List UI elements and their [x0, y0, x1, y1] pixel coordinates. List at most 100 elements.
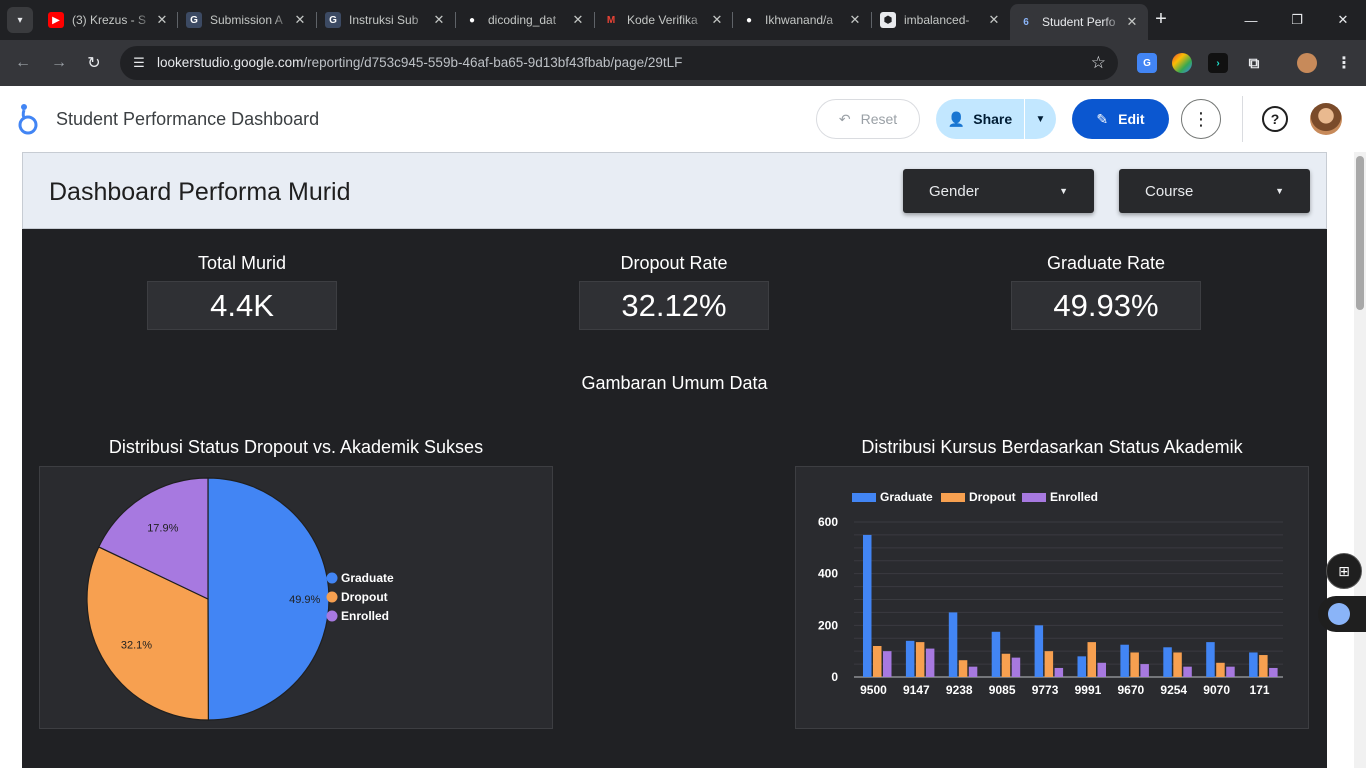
reload-button[interactable]: ↻	[81, 50, 107, 76]
course-filter[interactable]: Course ▼	[1119, 169, 1310, 213]
close-tab-icon[interactable]: ✕	[154, 12, 170, 28]
close-tab-icon[interactable]: ✕	[986, 12, 1002, 28]
browser-tab[interactable]: ● dicoding_dat ✕	[456, 6, 594, 34]
share-button-group: 👤 Share ▼	[936, 99, 1056, 139]
help-icon[interactable]: ?	[1262, 106, 1288, 132]
kpi-dropout-value[interactable]: 32.12%	[579, 281, 769, 330]
url-path: /reporting/d753c945-559b-46af-ba65-9d13b…	[303, 55, 683, 70]
looker-header: Student Performance Dashboard ↶ Reset 👤 …	[0, 86, 1366, 152]
kpi-graduate-value[interactable]: 49.93%	[1011, 281, 1201, 330]
pie-chart[interactable]: 49.9% 32.1% 17.9% Graduate Dropout Enrolled	[40, 467, 552, 728]
assistant-extension-button[interactable]	[1318, 596, 1366, 632]
share-label: Share	[973, 111, 1013, 127]
edit-label: Edit	[1118, 111, 1145, 127]
browser-tab[interactable]: M Kode Verifika ✕	[595, 6, 733, 34]
chevron-down-icon: ▼	[1059, 186, 1068, 196]
bot-icon	[1328, 603, 1350, 625]
looker-studio-logo[interactable]	[16, 102, 40, 136]
reset-button[interactable]: ↶ Reset	[816, 99, 920, 139]
gender-filter[interactable]: Gender ▼	[903, 169, 1094, 213]
arrow-extension-icon[interactable]: ›	[1208, 53, 1228, 73]
forward-button[interactable]: →	[46, 50, 72, 76]
edit-button[interactable]: ✎ Edit	[1072, 99, 1169, 139]
browser-tabstrip: ▾ ▶ (3) Krezus - S ✕ G Submission A ✕ G Instruk…	[0, 0, 1366, 40]
browser-tab[interactable]: G Submission A ✕	[178, 6, 316, 34]
legend-swatch	[1022, 493, 1046, 502]
g-icon: G	[186, 12, 202, 28]
close-tab-icon[interactable]: ✕	[709, 12, 725, 28]
pie-value-label: 17.9%	[147, 522, 178, 534]
share-dropdown-button[interactable]: ▼	[1024, 99, 1056, 139]
account-avatar[interactable]	[1310, 103, 1342, 135]
bar-dropout	[873, 646, 882, 677]
bar-dropout	[958, 660, 968, 677]
close-tab-icon[interactable]: ✕	[570, 12, 586, 28]
pencil-icon: ✎	[1096, 110, 1109, 127]
bar-enrolled	[1097, 662, 1106, 677]
bar-enrolled	[1011, 657, 1021, 677]
report-name[interactable]: Student Performance Dashboard	[56, 109, 319, 130]
legend-marker	[326, 591, 338, 603]
section-title: Gambaran Umum Data	[581, 373, 768, 393]
bar-chart[interactable]: 0 200 400 600 9500 9147 9238 9085 9773 9991 9670 92…	[796, 467, 1308, 728]
x-tick-label: 9147	[903, 683, 930, 697]
bar-enrolled	[925, 648, 935, 677]
github-icon: ●	[464, 12, 480, 28]
page-scrollbar[interactable]	[1354, 152, 1366, 768]
bar-graduate	[1249, 652, 1258, 677]
legend-label: Enrolled	[1050, 490, 1098, 504]
address-bar[interactable]: ☰ lookerstudio.google.com/reporting/d753…	[120, 46, 1118, 80]
minimize-button[interactable]: —	[1228, 0, 1274, 40]
tab-title: Student Perfo	[1042, 15, 1116, 29]
color-extension-icon[interactable]	[1172, 53, 1192, 73]
pie-chart-card[interactable]: 49.9% 32.1% 17.9% Graduate Dropout Enrolled	[39, 466, 553, 729]
bar-dropout	[1087, 642, 1096, 677]
back-button[interactable]: ←	[10, 50, 36, 76]
tab-title: imbalanced-	[904, 13, 970, 27]
github-icon: ●	[741, 12, 757, 28]
kpi-graduate-label: Graduate Rate	[1046, 253, 1166, 273]
bar-graduate	[1034, 625, 1044, 677]
legend-label: Graduate	[341, 571, 394, 585]
kpi-total-value[interactable]: 4.4K	[147, 281, 337, 330]
restore-button[interactable]: ❐	[1274, 0, 1320, 40]
browser-tab[interactable]: ⬢ imbalanced- ✕	[872, 6, 1010, 34]
add-person-icon: 👤	[947, 110, 966, 127]
browser-tab[interactable]: ▶ (3) Krezus - S ✕	[40, 6, 178, 34]
scrollbar-thumb[interactable]	[1356, 156, 1364, 310]
close-tab-icon[interactable]: ✕	[847, 12, 863, 28]
y-tick-label: 400	[818, 567, 838, 581]
tab-search-button[interactable]: ▾	[7, 7, 33, 33]
legend-label: Graduate	[880, 490, 933, 504]
bar-graduate	[1163, 647, 1172, 677]
close-tab-icon[interactable]: ✕	[292, 12, 308, 28]
undo-icon: ↶	[838, 110, 851, 127]
bar-graduate	[863, 534, 872, 677]
bookmark-star-icon[interactable]: ☆	[1091, 53, 1106, 73]
apps-grid-icon[interactable]: ⊞	[1326, 553, 1362, 589]
close-tab-icon[interactable]: ✕	[431, 12, 447, 28]
tab-title: dicoding_dat	[488, 13, 557, 27]
legend-label: Dropout	[969, 490, 1016, 504]
browser-menu-icon[interactable]: ⋮	[1334, 53, 1354, 73]
bar-chart-card[interactable]: 0 200 400 600 9500 9147 9238 9085 9773 9991 9670 92…	[795, 466, 1309, 729]
x-tick-label: 9254	[1160, 683, 1187, 697]
browser-tab[interactable]: 6 Student Perfo ✕	[1010, 4, 1148, 40]
share-button[interactable]: 👤 Share	[936, 99, 1024, 139]
y-tick-label: 600	[818, 515, 838, 529]
extensions-puzzle-icon[interactable]: ⧉	[1244, 53, 1264, 73]
close-tab-icon[interactable]: ✕	[1124, 14, 1140, 30]
new-tab-button[interactable]: +	[1150, 8, 1172, 30]
bar-graduate	[1206, 642, 1215, 677]
browser-tab[interactable]: G Instruksi Sub ✕	[317, 6, 455, 34]
tab-title: Ikhwanand/a	[765, 13, 834, 27]
report-header-band: Dashboard Performa Murid Gender ▼ Course…	[22, 152, 1327, 229]
browser-tab[interactable]: ● Ikhwanand/a ✕	[733, 6, 871, 34]
url-text[interactable]: lookerstudio.google.com/reporting/d753c9…	[157, 55, 682, 70]
translate-extension-icon[interactable]: G	[1137, 53, 1157, 73]
profile-avatar-icon[interactable]	[1297, 53, 1317, 73]
site-info-icon[interactable]: ☰	[130, 54, 148, 72]
close-window-button[interactable]: ✕	[1320, 0, 1366, 40]
reset-label: Reset	[860, 111, 898, 127]
more-options-button[interactable]: ⋮	[1181, 99, 1221, 139]
